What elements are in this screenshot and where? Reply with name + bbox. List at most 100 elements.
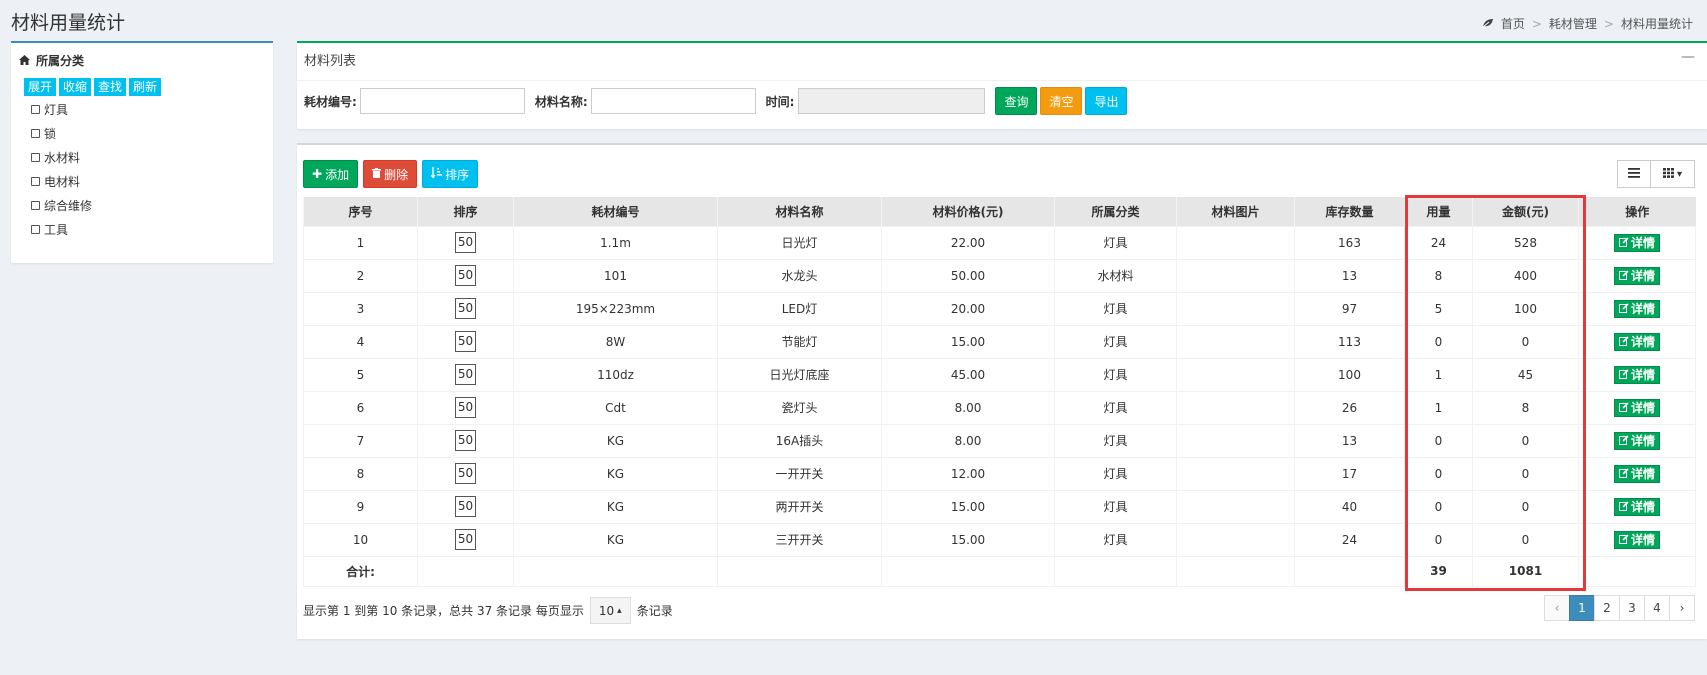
page-size-dropdown[interactable]: 10 ▴ [589,597,631,624]
page-button-1[interactable]: 1 [1569,595,1595,621]
col-header-action[interactable]: 操作 [1578,197,1696,226]
table-row[interactable]: 6 50 Cdt 瓷灯头 8.00 灯具 26 1 8 详情 [303,390,1696,425]
detail-button-label: 详情 [1630,499,1655,514]
table-row[interactable]: 3 50 195×223mm LED灯 20.00 灯具 97 5 100 详情 [303,291,1696,326]
table-row[interactable]: 9 50 KG 两开开关 15.00 灯具 40 0 0 详情 [303,489,1696,524]
table-row[interactable]: 1 50 1.1m 日光灯 22.00 灯具 163 24 528 详情 [303,225,1696,260]
table-row[interactable]: 8 50 KG 一开开关 12.00 灯具 17 0 0 详情 [303,456,1696,491]
page-button-4[interactable]: 4 [1644,595,1670,621]
time-input[interactable] [798,88,986,114]
col-header-sort[interactable]: 排序 [417,197,514,226]
cell-price: 15.00 [881,522,1055,557]
tree-item-lamps[interactable]: 灯具 [31,97,273,121]
total-cell-empty [417,555,514,587]
sort-order-input[interactable]: 50 [455,463,476,484]
name-input[interactable] [590,88,756,114]
tree-item-label: 电材料 [44,174,81,189]
query-button[interactable]: 查询 [995,87,1038,115]
detail-button[interactable]: 详情 [1613,530,1660,549]
breadcrumb-home[interactable]: 首页 [1501,15,1525,32]
cell-category: 灯具 [1054,522,1177,557]
sort-order-input[interactable]: 50 [455,232,476,253]
next-page-button[interactable]: › [1669,595,1695,621]
sort-order-input[interactable]: 50 [455,265,476,286]
cell-code: KG [513,522,718,557]
checkbox-icon[interactable] [31,200,40,210]
add-button[interactable]: ✚ 添加 [303,160,359,188]
find-button[interactable]: 查找 [94,78,127,96]
tree-item-tools[interactable]: 工具 [31,217,273,241]
breadcrumb-consumables[interactable]: 耗材管理 [1549,15,1597,32]
sort-order-input[interactable]: 50 [455,529,476,550]
list-view-button[interactable] [1617,160,1651,188]
table-row[interactable]: 10 50 KG 三开开关 15.00 灯具 24 0 0 详情 [303,522,1696,557]
sort-order-input[interactable]: 50 [455,397,476,418]
sort-order-input[interactable]: 50 [455,430,476,451]
detail-button[interactable]: 详情 [1613,266,1660,285]
clear-button[interactable]: 清空 [1040,87,1083,115]
detail-button[interactable]: 详情 [1613,398,1660,417]
checkbox-icon[interactable] [31,152,40,162]
cell-stock: 13 [1294,258,1405,293]
collapse-button[interactable]: 收缩 [59,78,92,96]
checkbox-icon[interactable] [31,104,40,114]
table-panel: ✚ 添加 删除 排序 ▾ 序号 排序 耗材编号 材料名称 材料价格(元) 所属分… [297,143,1707,639]
col-header-stock[interactable]: 库存数量 [1294,197,1405,226]
detail-button[interactable]: 详情 [1613,332,1660,351]
category-panel-header: 所属分类 [11,43,273,78]
expand-button[interactable]: 展开 [24,78,57,96]
table-row[interactable]: 2 50 101 水龙头 50.00 水材料 13 8 400 详情 [303,258,1696,293]
detail-button[interactable]: 详情 [1613,431,1660,450]
col-header-price[interactable]: 材料价格(元) [881,197,1055,226]
tree-item-locks[interactable]: 锁 [31,121,273,145]
page-button-2[interactable]: 2 [1594,595,1620,621]
view-toggle-group: ▾ [1617,160,1695,188]
delete-button[interactable]: 删除 [363,160,418,188]
cell-price: 8.00 [881,390,1055,425]
page-button-3[interactable]: 3 [1619,595,1645,621]
detail-button[interactable]: 详情 [1613,464,1660,483]
col-header-name[interactable]: 材料名称 [717,197,882,226]
cell-code: Cdt [513,390,718,425]
cell-category: 灯具 [1054,423,1177,458]
table-row[interactable]: 5 50 110dz 日光灯底座 45.00 灯具 100 1 45 详情 [303,357,1696,392]
detail-button-label: 详情 [1630,532,1655,547]
detail-button[interactable]: 详情 [1613,299,1660,318]
tree-item-electric[interactable]: 电材料 [31,169,273,193]
checkbox-icon[interactable] [31,128,40,138]
sort-order-input[interactable]: 50 [455,298,476,319]
detail-button[interactable]: 详情 [1613,497,1660,516]
sort-order-input[interactable]: 50 [455,364,476,385]
category-panel-title: 所属分类 [36,54,85,68]
cell-no: 7 [303,423,418,458]
cell-amount: 0 [1472,423,1579,458]
table-row[interactable]: 7 50 KG 16A插头 8.00 灯具 13 0 0 详情 [303,423,1696,458]
columns-dropdown-button[interactable]: ▾ [1651,160,1695,188]
export-button[interactable]: 导出 [1085,87,1128,115]
col-header-amount[interactable]: 金额(元) [1472,197,1579,226]
cell-no: 8 [303,456,418,491]
code-input[interactable] [359,88,525,114]
col-header-image[interactable]: 材料图片 [1176,197,1295,226]
refresh-button[interactable]: 刷新 [129,78,162,96]
checkbox-icon[interactable] [31,176,40,186]
detail-button[interactable]: 详情 [1613,365,1660,384]
sort-order-input[interactable]: 50 [455,496,476,517]
prev-page-button[interactable]: ‹ [1544,595,1570,621]
checkbox-icon[interactable] [31,224,40,234]
edit-icon [1618,466,1629,482]
sort-order-input[interactable]: 50 [455,331,476,352]
col-header-code[interactable]: 耗材编号 [513,197,718,226]
col-header-category[interactable]: 所属分类 [1054,197,1177,226]
table-row[interactable]: 4 50 8W 节能灯 15.00 灯具 113 0 0 详情 [303,324,1696,359]
tree-item-repair[interactable]: 综合维修 [31,193,273,217]
col-header-usage[interactable]: 用量 [1404,197,1473,226]
detail-button[interactable]: 详情 [1613,233,1660,252]
sort-button-label: 排序 [445,167,470,182]
cell-code: 1.1m [513,225,718,260]
sort-button[interactable]: 排序 [422,160,479,188]
cell-category: 灯具 [1054,489,1177,524]
tree-item-water[interactable]: 水材料 [31,145,273,169]
col-header-no[interactable]: 序号 [303,197,418,226]
minus-icon[interactable]: — [1681,49,1695,65]
